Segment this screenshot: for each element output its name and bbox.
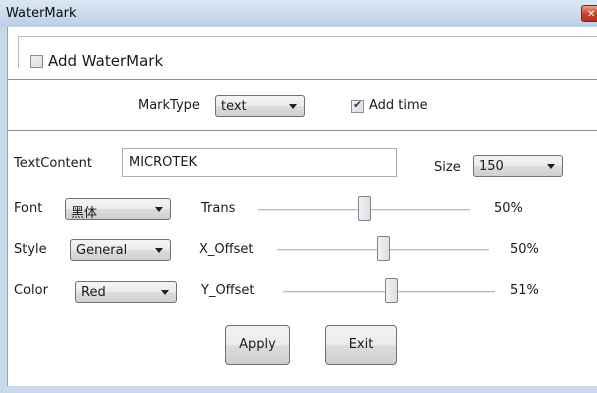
window-frame-bottom [0,386,597,393]
title-bar: WaterMark ✕ [0,0,597,28]
add-time-label: Add time [369,98,428,113]
divider-top [8,79,597,80]
trans-label: Trans [201,201,236,216]
y-offset-value: 51% [510,283,539,298]
y-offset-label: Y_Offset [201,283,255,298]
add-watermark-label: Add WaterMark [48,52,164,70]
add-watermark-checkbox[interactable] [30,55,43,68]
style-label: Style [14,242,47,257]
style-select[interactable]: General [70,239,171,261]
chevron-down-icon [161,290,169,295]
trans-slider-thumb[interactable] [357,196,371,221]
font-label: Font [14,201,43,216]
mark-type-select[interactable]: text [215,95,305,117]
text-content-label: TextContent [14,156,92,171]
x-offset-label: X_Offset [199,242,254,257]
mark-type-value: text [221,99,247,114]
close-button[interactable]: ✕ [581,5,597,22]
dialog-content: Add WaterMark MarkType text Add time Tex… [8,27,597,386]
size-label: Size [434,160,461,175]
style-value: General [76,243,128,258]
chevron-down-icon [155,207,163,212]
color-label: Color [14,283,48,298]
exit-button[interactable]: Exit [325,325,397,365]
size-value: 150 [479,159,504,174]
window-frame-left [0,27,8,393]
close-icon: ✕ [587,9,596,20]
chevron-down-icon [547,164,555,169]
x-offset-slider-thumb[interactable] [376,236,390,261]
font-value: 黑体 [71,206,98,221]
chevron-down-icon [155,248,163,253]
color-select[interactable]: Red [75,281,177,303]
x-offset-value: 50% [510,242,539,257]
text-content-input[interactable] [122,148,397,177]
add-time-checkbox[interactable] [351,98,364,113]
font-select[interactable]: 黑体 [65,198,171,221]
color-value: Red [81,285,106,300]
apply-button[interactable]: Apply [225,325,290,365]
trans-value: 50% [494,201,523,216]
mark-type-label: MarkType [138,98,200,113]
size-select[interactable]: 150 [473,155,563,177]
y-offset-slider-thumb[interactable] [384,278,398,303]
chevron-down-icon [289,104,297,109]
window-title: WaterMark [6,6,77,21]
divider-middle [8,130,597,131]
